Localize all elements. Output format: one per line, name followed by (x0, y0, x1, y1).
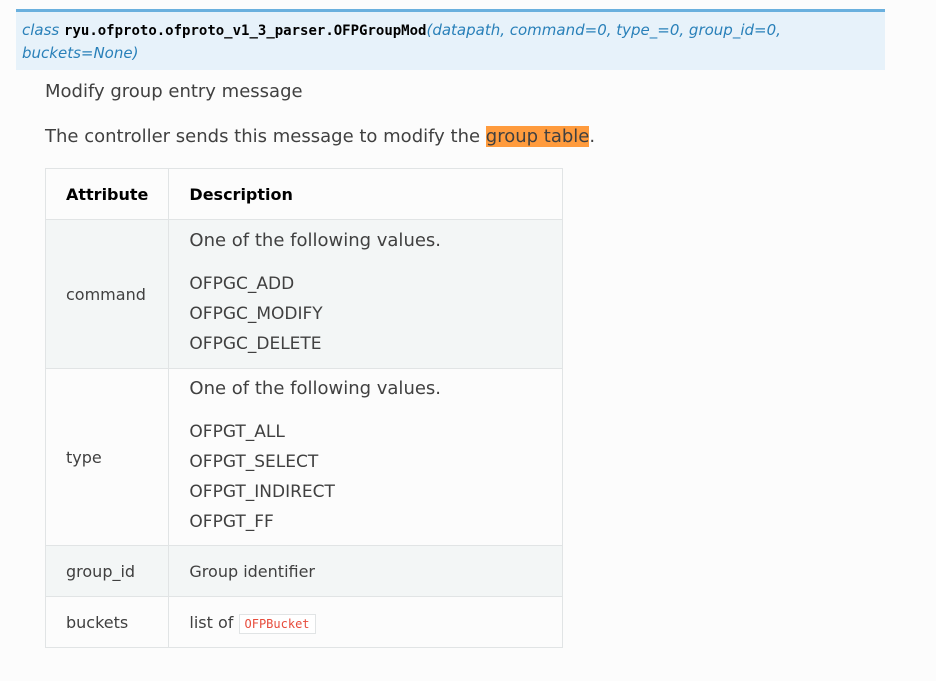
header-description: Description (168, 168, 563, 220)
detail-text: The controller sends this message to mod… (45, 125, 595, 149)
values-intro: One of the following values. (189, 378, 442, 399)
table-header-row: Attribute Description (44, 168, 563, 220)
class-name: ryu.ofproto.ofproto_v1_3_parser.OFPGroup… (64, 23, 427, 39)
value-item: OFPGT_INDIRECT (189, 482, 335, 502)
table-row: type One of the following values. OFPGT_… (44, 368, 563, 546)
value-item: OFPGC_MODIFY (189, 304, 323, 324)
attribute-name: command (44, 219, 170, 369)
attribute-description: Group identifier (168, 545, 563, 597)
attribute-name: buckets (44, 596, 170, 648)
value-item: OFPGT_ALL (189, 422, 285, 442)
search-highlight: group table (485, 126, 590, 147)
attribute-description: list of OFPBucket (168, 596, 563, 648)
values-intro: One of the following values. (189, 230, 442, 251)
table-row: group_id Group identifier (44, 545, 563, 597)
signature-params-line1: datapath, command=0, type_=0, group_id=0… (432, 21, 781, 39)
attribute-description: One of the following values. OFPGT_ALL O… (168, 368, 563, 546)
attribute-name: type (44, 368, 170, 546)
signature-params-line2: buckets=None) (22, 44, 139, 62)
detail-prefix: The controller sends this message to mod… (45, 126, 486, 147)
value-item: OFPGC_DELETE (189, 334, 322, 354)
description-prefix: list of (189, 612, 239, 632)
table-row: buckets list of OFPBucket (44, 596, 563, 648)
header-attribute: Attribute (44, 168, 170, 220)
class-signature: class ryu.ofproto.ofproto_v1_3_parser.OF… (16, 9, 885, 70)
attribute-table: Attribute Description command One of the… (44, 168, 563, 648)
summary-text: Modify group entry message (45, 81, 303, 102)
attribute-name: group_id (44, 545, 170, 597)
attribute-description: One of the following values. OFPGC_ADD O… (168, 219, 563, 369)
class-keyword: class (22, 21, 60, 39)
detail-suffix: . (589, 126, 596, 147)
value-item: OFPGC_ADD (189, 274, 295, 294)
value-item: OFPGT_FF (189, 512, 274, 532)
value-item: OFPGT_SELECT (189, 452, 319, 472)
ofpbucket-link[interactable]: OFPBucket (238, 613, 316, 634)
table-row: command One of the following values. OFP… (44, 219, 563, 369)
